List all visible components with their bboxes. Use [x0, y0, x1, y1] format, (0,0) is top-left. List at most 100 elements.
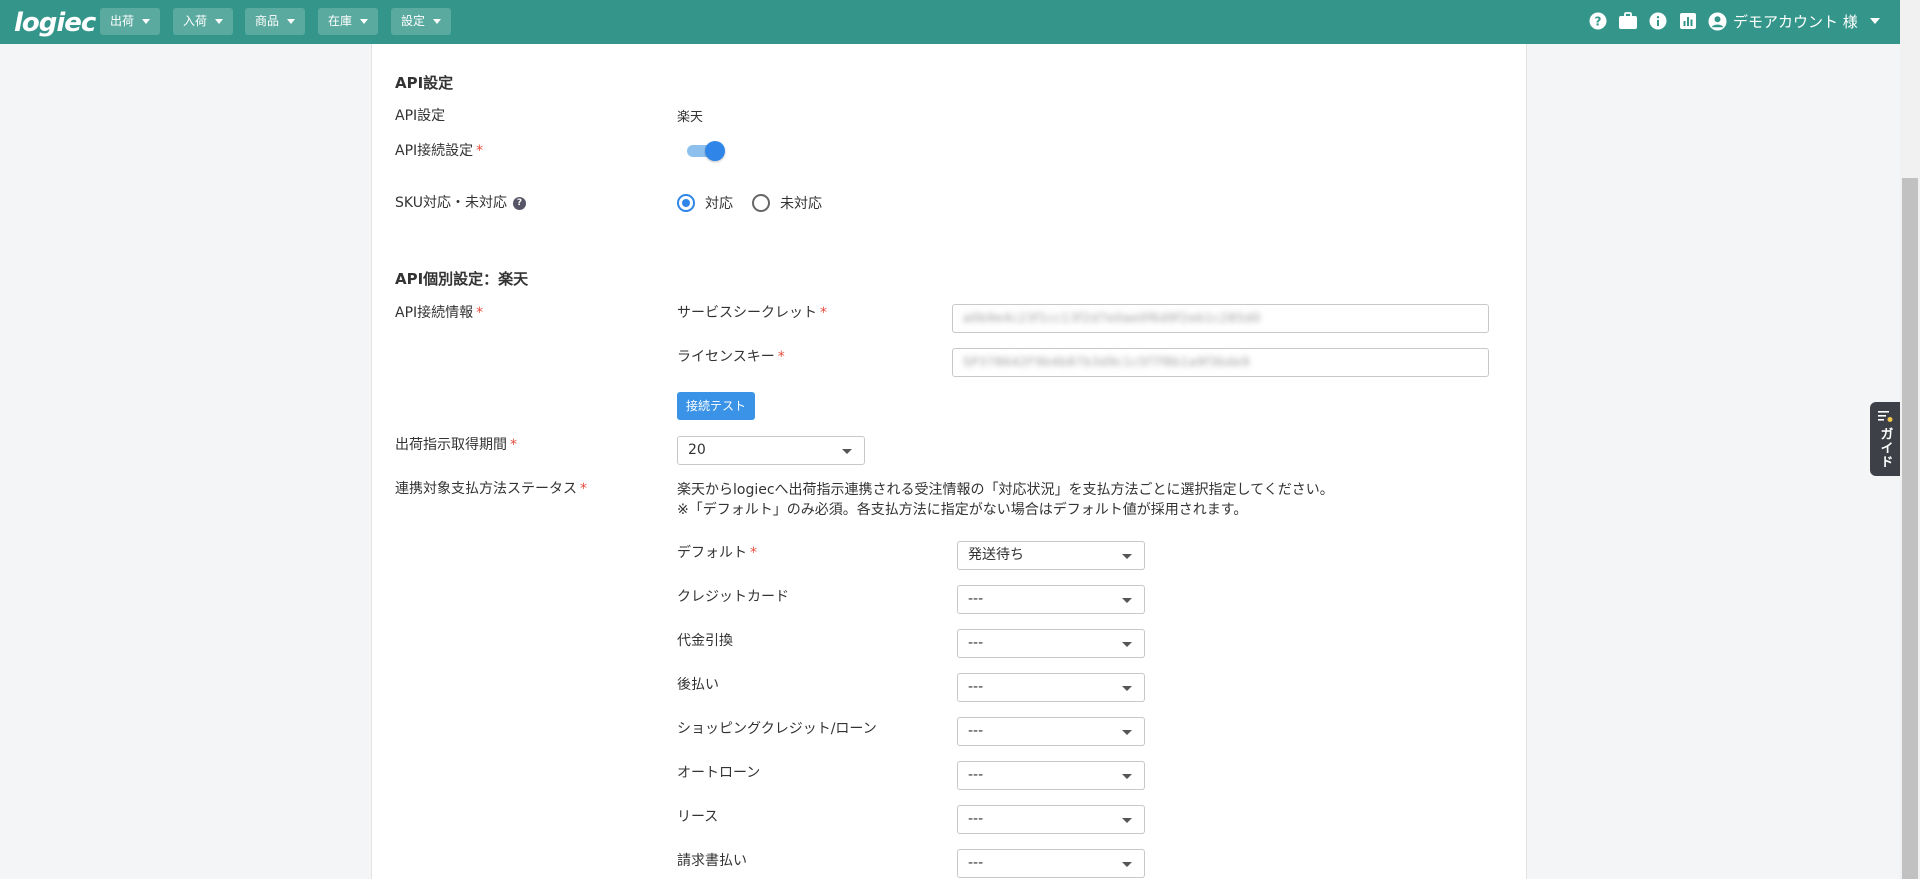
dropdown-arrow-icon [842, 449, 852, 454]
user-avatar-icon [1708, 12, 1727, 30]
sku-radio-supported[interactable]: 対応 [677, 193, 733, 213]
radio-label: 未対応 [780, 196, 822, 212]
api-setting-label: API設定 [395, 108, 446, 124]
select-value: --- [968, 591, 984, 607]
payment-method-cod-label: 代金引換 [677, 633, 733, 649]
select-value: --- [968, 855, 984, 871]
license-key-label: ライセンスキー * [677, 346, 785, 366]
bar-chart-icon[interactable] [1678, 11, 1698, 31]
caret-down-icon [215, 19, 224, 24]
help-circle-icon[interactable]: ? [1588, 11, 1608, 31]
nav-menu-shipping[interactable]: 出荷 [100, 8, 161, 35]
payment-method-default-select[interactable]: 発送待ち [957, 541, 1145, 570]
payment-method-credit-card-label: クレジットカード [677, 589, 789, 605]
select-value: 発送待ち [968, 547, 1024, 563]
required-mark: * [750, 545, 757, 561]
caret-down-icon [433, 19, 442, 24]
license-key-input[interactable]: SP378642F9b4b87b3d9c1c5f7f8b1a9f3bde9 [952, 348, 1489, 377]
dropdown-arrow-icon [1122, 730, 1132, 735]
connection-test-button[interactable]: 接続テスト [677, 392, 756, 420]
required-mark: * [580, 481, 587, 497]
nav-menu-label: 在庫 [328, 14, 353, 28]
help-icon[interactable]: ? [512, 196, 526, 210]
select-value: --- [968, 679, 984, 695]
label-text: サービスシークレット [677, 305, 817, 321]
nav-menu-settings[interactable]: 設定 [391, 8, 452, 35]
shipping-period-select[interactable]: 20 [677, 436, 865, 465]
page-scrollbar-thumb[interactable] [1902, 178, 1918, 879]
guide-side-tab[interactable]: ガイド [1870, 402, 1900, 476]
select-value: --- [968, 635, 984, 651]
payment-method-deferred-select[interactable]: --- [957, 673, 1145, 702]
service-secret-input[interactable]: a0b9e4c23f1cc13f2d7e0ae0f6d9f2eb1c285d0 [952, 304, 1489, 333]
api-setting-value: 楽天 [677, 110, 704, 125]
masked-value: a0b9e4c23f1cc13f2d7e0ae0f6d9f2eb1c285d0 [963, 311, 1261, 325]
payment-status-label: 連携対象支払方法ステータス * [395, 478, 587, 498]
caret-down-icon [1869, 18, 1880, 24]
select-value: --- [968, 811, 984, 827]
api-connection-toggle[interactable] [687, 141, 725, 161]
toggle-knob [705, 141, 725, 161]
nav-menu-label: 設定 [401, 14, 426, 28]
briefcase-icon[interactable] [1618, 11, 1638, 31]
shipping-period-label: 出荷指示取得期間 * [395, 434, 517, 454]
nav-menu-products[interactable]: 商品 [245, 8, 306, 35]
label-text: 連携対象支払方法ステータス [395, 481, 577, 497]
dropdown-arrow-icon [1122, 642, 1132, 647]
sku-radio-unsupported[interactable]: 未対応 [752, 193, 822, 213]
nav-menu-inventory[interactable]: 在庫 [318, 8, 379, 35]
payment-method-lease-select[interactable]: --- [957, 805, 1145, 834]
nav-menu-receiving[interactable]: 入荷 [173, 8, 234, 35]
info-icon[interactable] [1648, 11, 1668, 31]
required-mark: * [820, 305, 827, 321]
payment-method-auto-loan-select[interactable]: --- [957, 761, 1145, 790]
api-connection-info-label: API接続情報 * [395, 302, 483, 322]
dropdown-arrow-icon [1122, 862, 1132, 867]
radio-unchecked-icon [752, 194, 770, 212]
payment-method-invoice-label: 請求書払い [677, 853, 747, 869]
logiec-logo[interactable]: logiec [14, 8, 96, 38]
payment-method-default-label: デフォルト * [677, 542, 757, 562]
select-value: --- [968, 723, 984, 739]
account-menu[interactable]: デモアカウント 様 [1708, 9, 1880, 33]
top-navigation-bar: logiec 出荷 入荷 商品 在庫 設定 ? デモアカウント 様 [0, 0, 1900, 44]
label-text: デフォルト [677, 545, 747, 561]
payment-method-cod-select[interactable]: --- [957, 629, 1145, 658]
select-value: --- [968, 767, 984, 783]
service-secret-label: サービスシークレット * [677, 302, 827, 322]
svg-text:?: ? [1595, 15, 1602, 29]
caret-down-icon [360, 19, 369, 24]
nav-menu-label: 出荷 [110, 14, 135, 28]
label-text: ライセンスキー [677, 349, 775, 365]
label-text: API接続情報 [395, 305, 474, 321]
required-mark: * [476, 305, 484, 321]
radio-checked-icon [677, 194, 695, 212]
payment-method-shopping-credit-select[interactable]: --- [957, 717, 1145, 746]
payment-method-shopping-credit-label: ショッピングクレジット/ローン [677, 721, 877, 737]
payment-method-deferred-label: 後払い [677, 677, 719, 693]
settings-panel: API設定 API設定 楽天 API接続設定 * SKU対応・未対応? 対応 未対… [371, 44, 1527, 879]
required-mark: * [476, 143, 484, 159]
masked-value: SP378642F9b4b87b3d9c1c5f7f8b1a9f3bde9 [963, 355, 1250, 369]
radio-label: 対応 [705, 196, 733, 212]
label-text: SKU対応・未対応 [395, 195, 507, 211]
dropdown-arrow-icon [1122, 774, 1132, 779]
nav-menu-label: 商品 [255, 14, 280, 28]
dropdown-arrow-icon [1122, 818, 1132, 823]
dropdown-arrow-icon [1122, 554, 1132, 559]
label-text: 出荷指示取得期間 [395, 437, 507, 453]
caret-down-icon [142, 19, 151, 24]
payment-method-credit-card-select[interactable]: --- [957, 585, 1145, 614]
payment-status-description: 楽天からlogiecへ出荷指示連携される受注情報の「対応状況」を支払方法ごとに選… [677, 480, 1334, 520]
api-connection-label: API接続設定 * [395, 140, 483, 160]
description-line: ※「デフォルト」のみ必須。各支払方法に指定がない場合はデフォルト値が採用されます… [677, 502, 1248, 518]
label-text: API接続設定 [395, 143, 474, 159]
dropdown-arrow-icon [1122, 598, 1132, 603]
payment-method-invoice-select[interactable]: --- [957, 849, 1145, 878]
nav-menu-label: 入荷 [183, 14, 208, 28]
guide-label: ガイド [1877, 427, 1893, 469]
guide-list-icon [1878, 411, 1893, 422]
api-settings-section-title: API設定 [395, 74, 454, 92]
api-individual-section-title: API個別設定：楽天 [395, 270, 529, 288]
payment-method-lease-label: リース [677, 809, 719, 825]
